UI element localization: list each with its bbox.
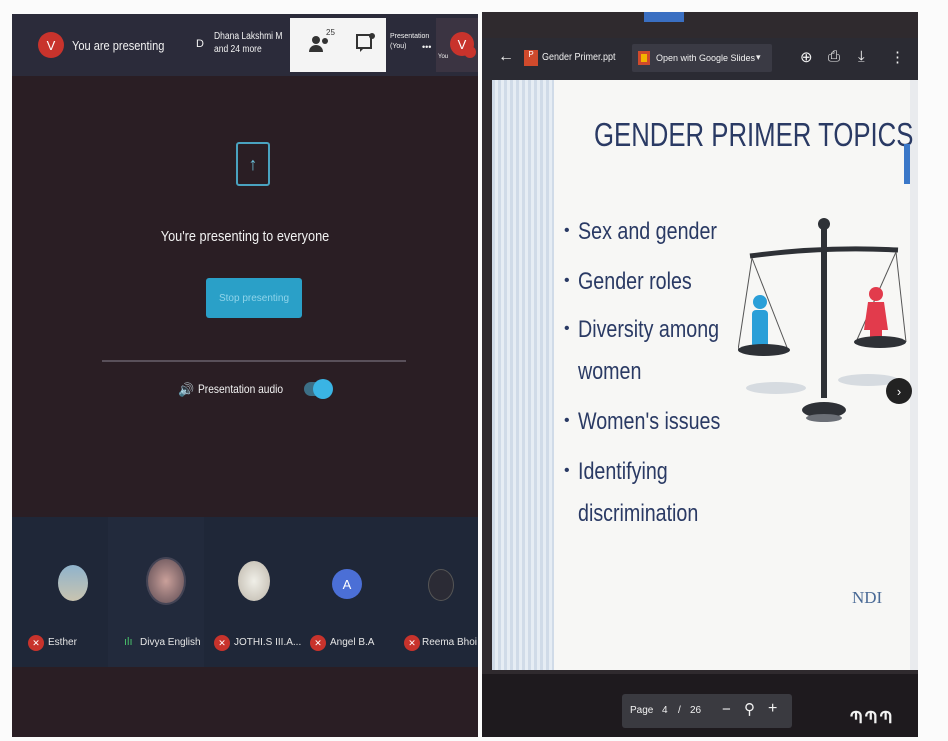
avatar: A (332, 569, 362, 599)
participant-tile[interactable]: ✕ Reema Bhoi (396, 517, 478, 667)
participant-name: JOTHI.S III.A... (234, 637, 302, 648)
slide-title: GENDER PRIMER TOPICS (594, 116, 914, 153)
speaking-icon: ılı (124, 636, 133, 648)
participant-name: Angel B.A (330, 637, 375, 648)
avatar (428, 569, 454, 601)
presentation-audio-toggle[interactable] (304, 379, 333, 399)
people-count: 25 (326, 28, 335, 37)
more-vert-icon[interactable]: ⋮ (890, 48, 905, 66)
back-arrow-icon[interactable]: ← (498, 48, 514, 66)
slide: GENDER PRIMER TOPICS • Sex and gender • … (554, 80, 914, 670)
participant-summary[interactable]: Dhana Lakshmi M and 24 more (214, 30, 283, 56)
presentation-tile[interactable]: Presentation (You) ••• You V (386, 18, 478, 72)
participant-name: Reema Bhoi (422, 637, 478, 648)
scrollbar[interactable] (904, 144, 910, 184)
self-mic-off-icon (464, 46, 476, 58)
page-separator: / (678, 705, 681, 716)
avatar (146, 557, 186, 605)
next-slide-button[interactable]: › (886, 378, 912, 404)
slides-icon (638, 51, 650, 65)
viewer-toolbar: ← P Gender Primer.ppt Open with Google S… (482, 38, 918, 80)
caret-down-icon: ▾ (756, 52, 761, 62)
meet-window: V You are presenting D Dhana Lakshmi M a… (12, 14, 478, 737)
presenter-avatar: V (38, 32, 64, 58)
add-to-drive-icon[interactable]: ⊕ (800, 48, 813, 66)
participant-name: Divya English (140, 637, 201, 648)
page-controls: Page 4 / 26 − ⚲ + (622, 694, 792, 728)
top-tab (644, 12, 684, 22)
justice-scale-illustration (738, 218, 907, 422)
open-with-label: Open with Google Slides (656, 53, 756, 63)
ndi-logo: NDI (852, 588, 883, 607)
divider (102, 360, 406, 362)
avatar (238, 561, 270, 601)
mic-off-icon: ✕ (214, 635, 230, 651)
more-dots-icon[interactable]: ••• (422, 42, 431, 52)
people-icon[interactable]: 25 (308, 28, 335, 56)
participant-tile[interactable]: ✕ JOTHI.S III.A... (204, 517, 302, 667)
mic-off-icon: ✕ (404, 635, 420, 651)
mic-off-icon: ✕ (310, 635, 326, 651)
page-margin (918, 12, 948, 737)
presenting-status: You are presenting (72, 38, 165, 53)
participant-name: Esther (48, 637, 77, 648)
viewer-footer: Page 4 / 26 − ⚲ + ՊՊՊ (482, 674, 918, 737)
ppt-file-icon: P (524, 50, 538, 66)
page-total: 26 (690, 705, 702, 716)
meet-top-bar: V You are presenting D Dhana Lakshmi M a… (12, 14, 478, 76)
participant-strip: ✕ Esther ılı Divya English ✕ JOTHI.S III… (12, 517, 478, 667)
page-label: Page (630, 705, 654, 716)
presentation-tile-label: Presentation (390, 33, 430, 40)
self-tile[interactable]: You V (436, 18, 478, 72)
participant-tile[interactable]: ılı Divya English (108, 517, 204, 667)
zoom-out-icon[interactable]: − (722, 701, 731, 718)
zoom-in-icon[interactable]: + (768, 700, 777, 718)
participant-tile[interactable]: A ✕ Angel B.A (300, 517, 396, 667)
magnify-icon[interactable]: ⚲ (744, 700, 755, 718)
file-viewer: ← P Gender Primer.ppt Open with Google S… (482, 12, 918, 737)
print-icon[interactable]: ⎙ (828, 48, 840, 65)
open-with-button[interactable]: Open with Google Slides ▾ (632, 44, 772, 72)
present-screen-icon: ↑ (236, 142, 270, 186)
file-name: Gender Primer.ppt (542, 52, 616, 63)
participant-tile[interactable]: ✕ Esther (12, 517, 108, 667)
mic-off-icon: ✕ (28, 635, 44, 651)
presenting-message: You're presenting to everyone (160, 228, 330, 245)
toolbar-panel: 25 Presentation (You) ••• You V (290, 18, 478, 72)
presentation-audio-label: Presentation audio (198, 382, 284, 396)
self-tile-label: You (438, 54, 449, 60)
slide-area: GENDER PRIMER TOPICS • Sex and gender • … (492, 80, 918, 670)
speaker-icon: 🔊 (178, 382, 195, 397)
slide-decoration (492, 80, 554, 670)
avatar (58, 565, 88, 601)
download-icon[interactable]: ⤓ (858, 48, 865, 65)
caption-icon: ՊՊՊ (850, 710, 895, 727)
participant-initial: D (196, 38, 204, 50)
stop-presenting-button[interactable]: Stop presenting (206, 278, 302, 318)
chat-icon[interactable] (354, 32, 376, 54)
page-current[interactable]: 4 (662, 705, 668, 716)
